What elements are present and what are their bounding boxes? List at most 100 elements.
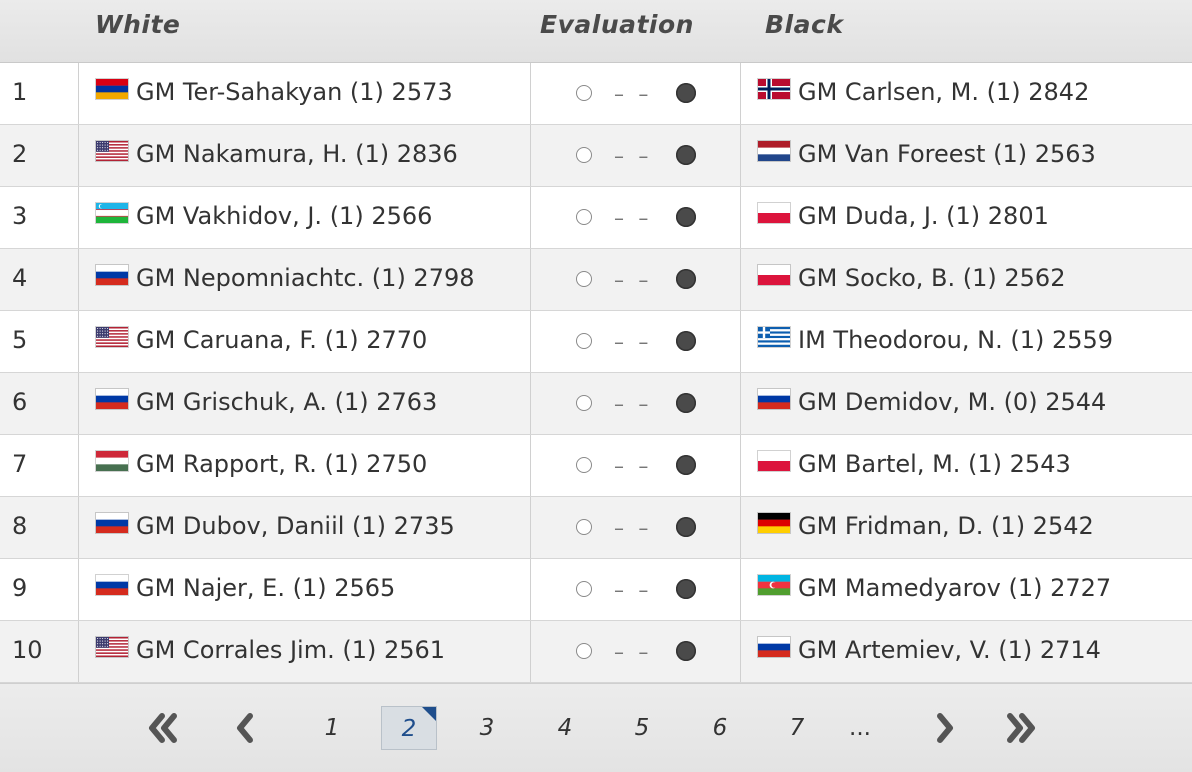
white-player-name[interactable]: GM Vakhidov, J. (1) 2566	[136, 202, 432, 230]
double-chevron-left-icon[interactable]	[142, 708, 186, 748]
column-header-black[interactable]: Black	[765, 10, 843, 39]
black-result-circle-icon	[676, 145, 696, 165]
page-button[interactable]: 5	[622, 706, 662, 750]
russia-flag-icon	[758, 637, 790, 657]
page-button[interactable]: 4	[545, 706, 585, 750]
evaluation-dashes: – –	[614, 144, 653, 168]
poland-flag-icon	[758, 203, 790, 223]
page-button-active[interactable]: 2	[381, 706, 437, 750]
armenia-flag-icon	[96, 79, 128, 99]
usa-flag-icon	[96, 327, 128, 347]
table-row[interactable]: 3 GM Vakhidov, J. (1) 2566 – – GM Duda, …	[0, 187, 1192, 249]
board-number: 4	[12, 264, 28, 292]
white-player-name[interactable]: GM Grischuk, A. (1) 2763	[136, 388, 437, 416]
white-result-circle-icon	[576, 581, 592, 597]
evaluation-cell: – –	[574, 454, 698, 478]
double-chevron-right-icon[interactable]	[1000, 708, 1044, 748]
column-header-white[interactable]: White	[95, 10, 180, 39]
table-row[interactable]: 9 GM Najer, E. (1) 2565 – – GM Mamedyaro…	[0, 559, 1192, 621]
white-player-name[interactable]: GM Corrales Jim. (1) 2561	[136, 636, 445, 664]
black-player-name[interactable]: GM Van Foreest (1) 2563	[798, 140, 1096, 168]
russia-flag-icon	[758, 389, 790, 409]
column-divider	[78, 125, 79, 186]
evaluation-cell: – –	[574, 330, 698, 354]
white-player-name[interactable]: GM Dubov, Daniil (1) 2735	[136, 512, 455, 540]
table-row[interactable]: 5 GM Caruana, F. (1) 2770 – – IM Theodor…	[0, 311, 1192, 373]
black-player-name[interactable]: GM Mamedyarov (1) 2727	[798, 574, 1111, 602]
black-result-circle-icon	[676, 579, 696, 599]
evaluation-dashes: – –	[614, 206, 653, 230]
white-player-name[interactable]: GM Rapport, R. (1) 2750	[136, 450, 427, 478]
page-button[interactable]: 7	[777, 706, 817, 750]
column-divider	[530, 311, 531, 372]
page-button[interactable]: 1	[312, 706, 352, 750]
greece-flag-icon	[758, 327, 790, 347]
board-number: 7	[12, 450, 28, 478]
black-player-name[interactable]: GM Fridman, D. (1) 2542	[798, 512, 1094, 540]
evaluation-cell: – –	[574, 144, 698, 168]
column-divider	[78, 373, 79, 434]
white-player-name[interactable]: GM Ter-Sahakyan (1) 2573	[136, 78, 453, 106]
column-divider	[530, 559, 531, 620]
table-row[interactable]: 1 GM Ter-Sahakyan (1) 2573 – – GM Carlse…	[0, 63, 1192, 125]
table-row[interactable]: 4 GM Nepomniachtc. (1) 2798 – – GM Socko…	[0, 249, 1192, 311]
black-result-circle-icon	[676, 641, 696, 661]
pagination-ellipsis: ...	[849, 715, 871, 741]
evaluation-dashes: – –	[614, 82, 653, 106]
black-player-name[interactable]: GM Artemiev, V. (1) 2714	[798, 636, 1101, 664]
table-row[interactable]: 8 GM Dubov, Daniil (1) 2735 – – GM Fridm…	[0, 497, 1192, 559]
chevron-left-icon[interactable]	[222, 708, 266, 748]
board-number: 3	[12, 202, 28, 230]
board-number: 5	[12, 326, 28, 354]
table-row[interactable]: 7 GM Rapport, R. (1) 2750 – – GM Bartel,…	[0, 435, 1192, 497]
column-divider	[78, 621, 79, 682]
page-button[interactable]: 6	[700, 706, 740, 750]
black-result-circle-icon	[676, 331, 696, 351]
white-player-name[interactable]: GM Nakamura, H. (1) 2836	[136, 140, 458, 168]
column-divider	[740, 559, 741, 620]
black-player-name[interactable]: GM Carlsen, M. (1) 2842	[798, 78, 1089, 106]
azerbaijan-flag-icon	[758, 575, 790, 595]
white-player-name[interactable]: GM Caruana, F. (1) 2770	[136, 326, 427, 354]
column-divider	[740, 249, 741, 310]
column-divider	[78, 559, 79, 620]
black-player-name[interactable]: GM Bartel, M. (1) 2543	[798, 450, 1071, 478]
usa-flag-icon	[96, 141, 128, 161]
evaluation-cell: – –	[574, 268, 698, 292]
table-row[interactable]: 6 GM Grischuk, A. (1) 2763 – – GM Demido…	[0, 373, 1192, 435]
russia-flag-icon	[96, 389, 128, 409]
column-divider	[530, 125, 531, 186]
pagination-bar: 1 2 3 4 5 6 7...	[0, 683, 1192, 772]
black-result-circle-icon	[676, 517, 696, 537]
white-player-name[interactable]: GM Nepomniachtc. (1) 2798	[136, 264, 475, 292]
white-player-name[interactable]: GM Najer, E. (1) 2565	[136, 574, 395, 602]
evaluation-dashes: – –	[614, 268, 653, 292]
column-divider	[78, 497, 79, 558]
column-divider	[78, 435, 79, 496]
page-button[interactable]: 3	[467, 706, 507, 750]
black-result-circle-icon	[676, 207, 696, 227]
black-player-name[interactable]: GM Demidov, M. (0) 2544	[798, 388, 1106, 416]
evaluation-cell: – –	[574, 392, 698, 416]
russia-flag-icon	[96, 513, 128, 533]
germany-flag-icon	[758, 513, 790, 533]
black-result-circle-icon	[676, 455, 696, 475]
chevron-right-icon[interactable]	[922, 708, 966, 748]
norway-flag-icon	[758, 79, 790, 99]
column-divider	[740, 621, 741, 682]
column-divider	[530, 497, 531, 558]
column-divider	[530, 621, 531, 682]
black-player-name[interactable]: GM Duda, J. (1) 2801	[798, 202, 1049, 230]
table-row[interactable]: 10 GM Corrales Jim. (1) 2561 – – GM Arte…	[0, 621, 1192, 683]
column-header-evaluation[interactable]: Evaluation	[540, 10, 694, 39]
evaluation-cell: – –	[574, 516, 698, 540]
black-player-name[interactable]: GM Socko, B. (1) 2562	[798, 264, 1065, 292]
white-result-circle-icon	[576, 519, 592, 535]
board-number: 8	[12, 512, 28, 540]
column-divider	[78, 311, 79, 372]
table-row[interactable]: 2 GM Nakamura, H. (1) 2836 – – GM Van Fo…	[0, 125, 1192, 187]
evaluation-dashes: – –	[614, 578, 653, 602]
evaluation-dashes: – –	[614, 454, 653, 478]
evaluation-cell: – –	[574, 578, 698, 602]
black-player-name[interactable]: IM Theodorou, N. (1) 2559	[798, 326, 1113, 354]
